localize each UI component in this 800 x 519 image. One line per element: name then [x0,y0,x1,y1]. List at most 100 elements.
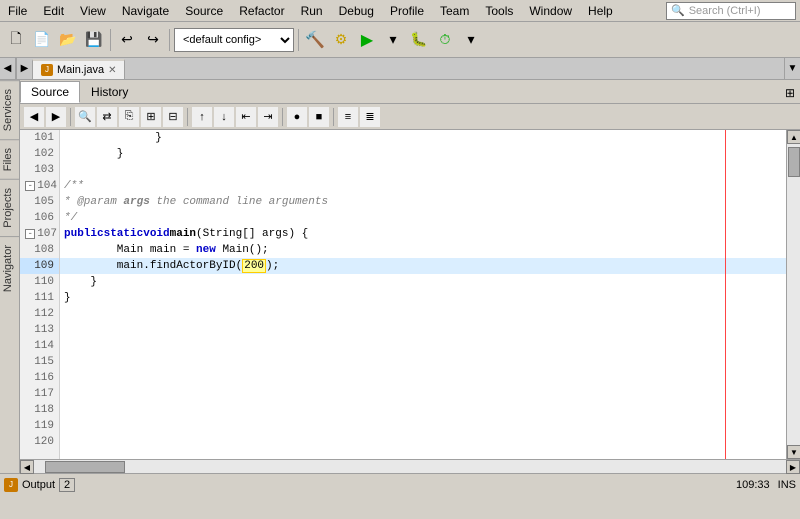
new-file-btn[interactable]: 📄 [30,28,54,52]
tab-nav-right-btn[interactable]: ▶ [16,58,32,79]
save-btn[interactable]: 💾 [82,28,106,52]
scroll-thumb[interactable] [788,147,800,177]
projects-panel-btn[interactable]: Projects [0,179,19,236]
etb-copy-btn[interactable]: ⎘ [119,107,139,127]
etb-toggle-bp-btn[interactable]: ● [287,107,307,127]
code-line-114 [60,338,786,354]
search-placeholder: Search (Ctrl+I) [689,5,761,17]
horizontal-scrollbar: ◀ ▶ [20,459,800,473]
tab-list-dropdown-btn[interactable]: ▼ [784,58,800,79]
open-project-btn[interactable]: 📂 [56,28,80,52]
build-btn[interactable]: 🔨 [303,28,327,52]
menu-debug[interactable]: Debug [331,2,382,20]
code-editor[interactable]: } } /** * @param args the command line a… [60,130,786,459]
profile-btn[interactable]: ⏱ [433,28,457,52]
menu-help[interactable]: Help [580,2,621,20]
line-120: 120 [20,434,59,450]
line-107: -107 [20,226,59,242]
profile-dropdown-btn[interactable]: ▾ [459,28,483,52]
h-scroll-track[interactable] [34,460,786,473]
scroll-left-btn[interactable]: ◀ [20,460,34,474]
scroll-track[interactable] [787,144,800,445]
services-panel-btn[interactable]: Services [0,80,19,139]
menu-team[interactable]: Team [432,2,477,20]
menu-source[interactable]: Source [177,2,231,20]
toolbar: 🗋 📄 📂 💾 ↩ ↪ <default config> 🔨 ⚙ ▶ ▾ 🐛 ⏱… [0,22,800,58]
code-line-118 [60,402,786,418]
menu-navigate[interactable]: Navigate [114,2,177,20]
navigator-panel-btn[interactable]: Navigator [0,236,19,300]
menu-file[interactable]: File [0,2,35,20]
config-dropdown[interactable]: <default config> [174,28,294,52]
files-panel-btn[interactable]: Files [0,139,19,179]
tab-area: J Main.java ✕ [32,58,784,79]
scroll-down-btn[interactable]: ▼ [787,445,800,459]
tab-source[interactable]: Source [20,81,80,103]
status-right: 109:33 INS [736,479,796,491]
tab-row: ◀ ▶ J Main.java ✕ ▼ [0,58,800,80]
tab-nav-left-btn[interactable]: ◀ [0,58,16,79]
sep2 [169,29,170,51]
code-line-109: main.findActorByID(200); [60,258,786,274]
output-label: Output [22,479,55,491]
code-line-113 [60,322,786,338]
new-project-btn[interactable]: 🗋 [4,28,28,52]
menu-run[interactable]: Run [293,2,331,20]
menu-view[interactable]: View [72,2,114,20]
menu-refactor[interactable]: Refactor [231,2,292,20]
etb-next-bookmark-btn[interactable]: ≣ [360,107,380,127]
fold-107-icon[interactable]: - [25,229,35,239]
etb-sep4 [333,108,334,126]
code-line-117 [60,386,786,402]
line-numbers: 101 102 103 -104 105 106 -107 108 109 11… [20,130,60,459]
debug-btn[interactable]: 🐛 [407,28,431,52]
h-scroll-thumb[interactable] [45,461,125,473]
line-108: 108 [20,242,59,258]
etb-shift-left-btn[interactable]: ⇤ [236,107,256,127]
etb-uncomment-btn[interactable]: ↑ [192,107,212,127]
code-line-105: * @param args the command line arguments [60,194,786,210]
run-btn[interactable]: ▶ [355,28,379,52]
code-line-104: /** [60,178,786,194]
editor-expand-btn[interactable]: ⊞ [780,83,800,103]
editor-toolbar: ◀ ▶ 🔍 ⇄ ⎘ ⊞ ⊟ ↑ ↓ ⇤ ⇥ ● ■ ≡ ≣ [20,104,800,130]
etb-toggle-btn[interactable]: ⇄ [97,107,117,127]
code-line-101: } [60,130,786,146]
line-112: 112 [20,306,59,322]
code-line-111: } [60,290,786,306]
search-bar[interactable]: 🔍 Search (Ctrl+I) [666,2,796,20]
tab-main-java[interactable]: J Main.java ✕ [32,59,125,79]
redo-btn[interactable]: ↪ [141,28,165,52]
code-line-103 [60,162,786,178]
etb-btn5[interactable]: ⊟ [163,107,183,127]
fold-104-icon[interactable]: - [25,181,35,191]
etb-stop-btn[interactable]: ■ [309,107,329,127]
run-dropdown-btn[interactable]: ▾ [381,28,405,52]
menu-tools[interactable]: Tools [477,2,521,20]
editor-tab-bar: Source History ⊞ [20,80,800,104]
menu-profile[interactable]: Profile [382,2,432,20]
etb-forward-btn[interactable]: ▶ [46,107,66,127]
tab-history[interactable]: History [80,81,139,103]
scroll-up-btn[interactable]: ▲ [787,130,800,144]
etb-btn4[interactable]: ⊞ [141,107,161,127]
menu-edit[interactable]: Edit [35,2,72,20]
code-line-108: Main main = new Main(); [60,242,786,258]
output-icon: J [4,478,18,492]
line-114: 114 [20,338,59,354]
insert-mode: INS [778,479,796,491]
clean-build-btn[interactable]: ⚙ [329,28,353,52]
etb-back-btn[interactable]: ◀ [24,107,44,127]
etb-comment-btn[interactable]: ↓ [214,107,234,127]
menu-window[interactable]: Window [521,2,580,20]
cursor-position: 109:33 [736,479,770,491]
scroll-right-btn[interactable]: ▶ [786,460,800,474]
vertical-scrollbar: ▲ ▼ [786,130,800,459]
etb-shift-right-btn[interactable]: ⇥ [258,107,278,127]
search-icon: 🔍 [671,4,685,17]
tab-close-btn[interactable]: ✕ [108,65,116,76]
code-line-106: */ [60,210,786,226]
etb-bookmark-btn[interactable]: ≡ [338,107,358,127]
etb-search-btn[interactable]: 🔍 [75,107,95,127]
undo-btn[interactable]: ↩ [115,28,139,52]
